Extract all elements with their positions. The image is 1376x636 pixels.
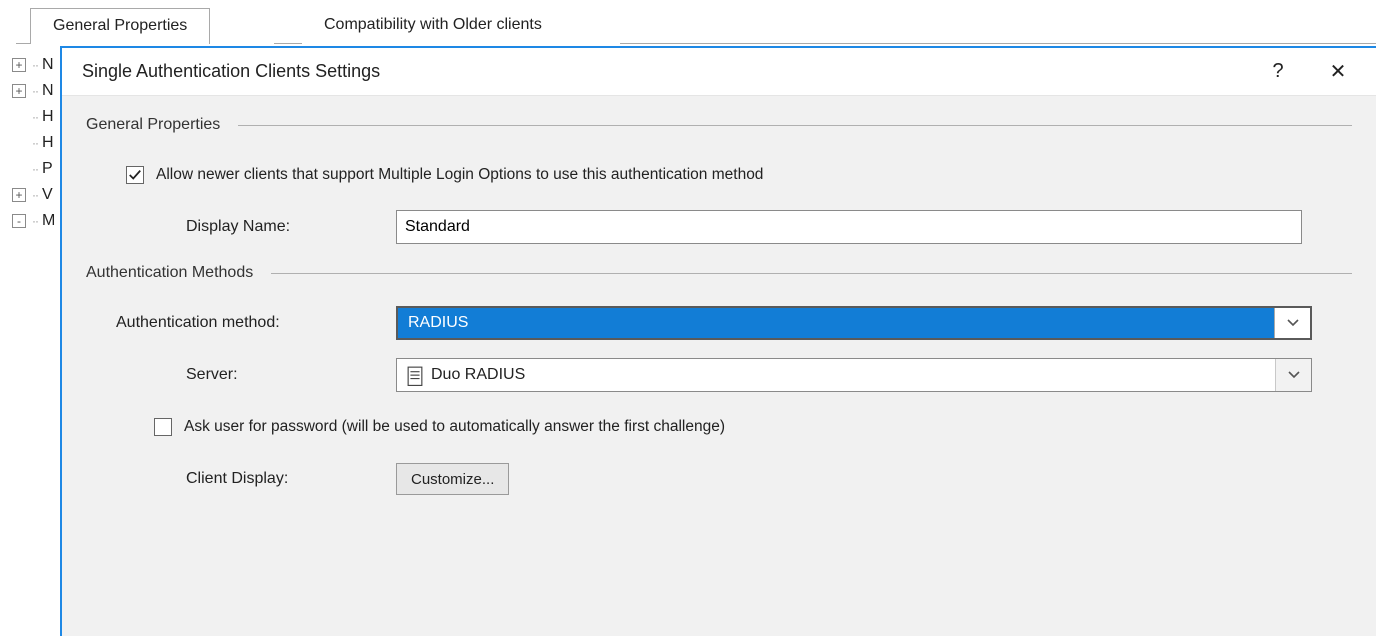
client-display-label: Client Display: — [86, 470, 396, 488]
dialog-title: Single Authentication Clients Settings — [82, 61, 1248, 82]
group-authentication-methods: Authentication Methods Authentication me… — [86, 264, 1352, 496]
server-value: Duo RADIUS — [431, 366, 525, 384]
display-name-input[interactable] — [396, 210, 1302, 244]
tree-item[interactable]: ·· P — [12, 156, 60, 182]
auth-method-label: Authentication method: — [86, 314, 396, 332]
expand-icon[interactable]: + — [12, 58, 26, 72]
group-heading: General Properties — [86, 116, 220, 134]
server-label: Server: — [86, 366, 396, 384]
allow-newer-clients-checkbox[interactable] — [126, 166, 144, 184]
tree-item[interactable]: - ·· M — [12, 208, 60, 234]
server-select[interactable]: Duo RADIUS — [396, 358, 1312, 392]
chevron-down-icon[interactable] — [1275, 359, 1311, 391]
titlebar: Single Authentication Clients Settings ?… — [62, 48, 1376, 96]
collapse-icon[interactable]: - — [12, 214, 26, 228]
customize-button[interactable]: Customize... — [396, 463, 509, 495]
dialog-single-auth-clients-settings: Single Authentication Clients Settings ?… — [60, 46, 1376, 636]
help-button[interactable]: ? — [1248, 51, 1308, 93]
document-icon — [407, 366, 423, 384]
close-button[interactable]: ✕ — [1308, 51, 1368, 93]
tree-item-label: P — [42, 160, 60, 178]
row-server: Server: Duo RADIUS — [86, 358, 1352, 392]
row-allow-newer-clients: Allow newer clients that support Multipl… — [86, 158, 1352, 192]
tree-item-label: N — [42, 56, 60, 74]
auth-method-value: RADIUS — [398, 308, 1274, 338]
tree-item[interactable]: ·· H — [12, 104, 60, 130]
tree-item-label: H — [42, 134, 60, 152]
tree-item-label: H — [42, 108, 60, 126]
check-icon — [128, 168, 142, 182]
tree-item[interactable]: + ·· N — [12, 52, 60, 78]
group-heading: Authentication Methods — [86, 264, 253, 282]
expand-icon[interactable]: + — [12, 84, 26, 98]
tree-item-label: M — [42, 212, 60, 230]
row-client-display: Client Display: Customize... — [86, 462, 1352, 496]
tab-bar: General Properties Compatibility with Ol… — [16, 0, 1376, 44]
row-auth-method: Authentication method: RADIUS — [86, 306, 1352, 340]
chevron-down-icon[interactable] — [1274, 308, 1310, 338]
tab-compat-older-clients[interactable]: Compatibility with Older clients — [302, 8, 564, 44]
tree-view: + ·· N + ·· N ·· H ·· H ·· P + ·· V — [12, 52, 60, 234]
ask-password-checkbox[interactable] — [154, 418, 172, 436]
row-display-name: Display Name: — [86, 210, 1352, 244]
expand-icon[interactable]: + — [12, 188, 26, 202]
group-general-properties: General Properties Allow newer clients t… — [86, 116, 1352, 244]
tree-item-label: N — [42, 82, 60, 100]
display-name-label: Display Name: — [86, 218, 396, 236]
allow-newer-clients-label: Allow newer clients that support Multipl… — [156, 166, 763, 184]
tree-item[interactable]: ·· H — [12, 130, 60, 156]
row-ask-password: Ask user for password (will be used to a… — [86, 410, 1352, 444]
tree-item-label: V — [42, 186, 60, 204]
ask-password-label: Ask user for password (will be used to a… — [184, 418, 725, 436]
tab-general-properties[interactable]: General Properties — [30, 8, 210, 44]
tree-item[interactable]: + ·· N — [12, 78, 60, 104]
tree-item[interactable]: + ·· V — [12, 182, 60, 208]
auth-method-select[interactable]: RADIUS — [396, 306, 1312, 340]
